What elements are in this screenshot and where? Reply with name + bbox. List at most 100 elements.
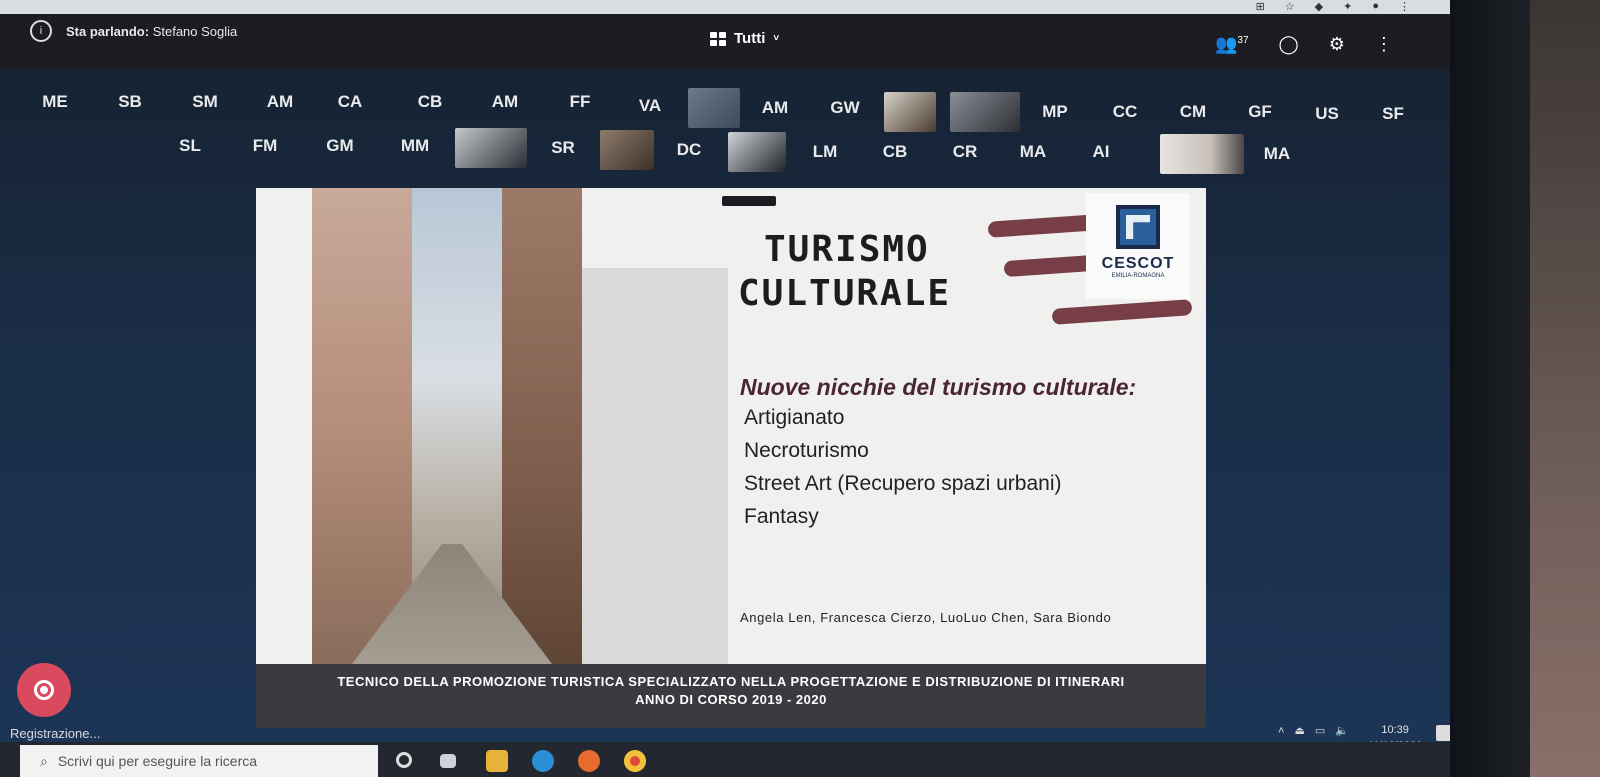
participant-tile[interactable]: US [1302, 96, 1352, 132]
logo-subtext: EMILIA-ROMAGNA [1111, 273, 1165, 279]
more-icon[interactable]: ⋮ [1375, 34, 1393, 55]
layout-label: Tutti [734, 30, 766, 47]
participant-tile[interactable]: MP [1030, 94, 1080, 130]
translate-icon[interactable]: ⊞ [1256, 0, 1265, 13]
participant-tile[interactable]: MA [1252, 136, 1302, 172]
bullet-item: Fantasy [744, 505, 819, 528]
participant-video[interactable] [1160, 134, 1244, 174]
participant-video[interactable] [600, 130, 654, 170]
monitor-bezel [1450, 0, 1600, 777]
volume-icon[interactable]: 🔈 [1335, 724, 1349, 737]
participant-tile[interactable]: AM [480, 84, 530, 120]
people-icon: 👥 [1215, 34, 1238, 54]
firefox-icon[interactable] [578, 750, 600, 772]
cescot-logo: CESCOT EMILIA-ROMAGNA [1086, 193, 1190, 299]
info-icon[interactable]: i [30, 20, 52, 42]
chevron-down-icon: ˅ [773, 33, 780, 44]
participant-tile[interactable]: VA [625, 88, 675, 124]
usb-icon[interactable]: ⏏ [1294, 724, 1304, 737]
participant-tile[interactable]: SL [165, 128, 215, 164]
participant-tile[interactable]: FM [240, 128, 290, 164]
participant-tile[interactable]: AI [1076, 134, 1126, 170]
participant-tile[interactable]: GW [820, 90, 870, 126]
logo-text: CESCOT [1101, 255, 1175, 272]
decorative-swoosh [1003, 254, 1095, 278]
participant-tile[interactable]: SF [1368, 96, 1418, 132]
profile-icon[interactable]: ● [1372, 0, 1379, 13]
edge-icon[interactable] [532, 750, 554, 772]
chrome-icon[interactable] [624, 750, 646, 772]
record-button[interactable] [17, 663, 71, 717]
participant-tile[interactable]: CB [870, 134, 920, 170]
cortana-icon[interactable] [396, 752, 412, 768]
presentation-slide: TURISMO CULTURALE CESCOT EMILIA-ROMAGNA … [256, 188, 1206, 728]
title-line-1: TURISMO [764, 229, 930, 270]
star-icon[interactable]: ☆ [1285, 0, 1295, 13]
participant-video[interactable] [884, 92, 936, 132]
participant-tile[interactable]: GM [315, 128, 365, 164]
title-line-2: CULTURALE [738, 273, 952, 314]
browser-toolbar: ⊞ ☆ ◆ ✦ ● ⋮ [0, 0, 1450, 14]
participant-video[interactable] [728, 132, 786, 172]
participant-tile[interactable]: DC [664, 132, 714, 168]
clock-time: 10:39 [1381, 724, 1409, 736]
participant-tile[interactable]: CC [1100, 94, 1150, 130]
participant-tile[interactable]: FF [555, 84, 605, 120]
participant-video-active[interactable] [950, 92, 1020, 132]
footer-year: ANNO DI CORSO 2019 - 2020 [635, 692, 827, 707]
chat-icon[interactable]: ◯ [1279, 34, 1299, 55]
file-explorer-icon[interactable] [486, 750, 508, 772]
footer-course-title: TECNICO DELLA PROMOZIONE TURISTICA SPECI… [337, 674, 1125, 689]
participant-tile[interactable]: CB [405, 84, 455, 120]
speaker-prefix: Sta parlando: [66, 23, 150, 39]
taskbar-search[interactable]: ⌕ Scrivi qui per eseguire la ricerca [20, 745, 378, 777]
screen: ⊞ ☆ ◆ ✦ ● ⋮ i Sta parlando: Stefano Sogl… [0, 0, 1600, 777]
bullet-item: Street Art (Recupero spazi urbani) [744, 472, 1062, 495]
slide-title: TURISMO CULTURALE [738, 228, 951, 316]
active-speaker: i Sta parlando: Stefano Soglia [30, 20, 237, 42]
decorative-swoosh [987, 214, 1099, 238]
gear-icon[interactable]: ⚙ [1329, 34, 1345, 55]
participant-video[interactable] [455, 128, 527, 168]
task-view-icon[interactable] [440, 754, 456, 768]
participant-tile[interactable]: SR [538, 130, 588, 166]
participant-tile[interactable]: CR [940, 134, 990, 170]
participant-tile[interactable]: ME [30, 84, 80, 120]
participant-tile[interactable]: CM [1168, 94, 1218, 130]
participant-tile[interactable]: SM [180, 84, 230, 120]
participant-tile[interactable]: AM [255, 84, 305, 120]
search-placeholder: Scrivi qui per eseguire la ricerca [57, 753, 258, 769]
decorative-swoosh [1051, 299, 1193, 325]
participant-video[interactable] [688, 88, 740, 128]
extension-icon[interactable]: ◆ [1315, 0, 1323, 13]
bullet-item: Necroturismo [744, 439, 869, 462]
pin-icon[interactable]: ✦ [1343, 0, 1352, 13]
menu-icon[interactable]: ⋮ [1399, 0, 1410, 13]
battery-icon[interactable]: ▭ [1315, 724, 1325, 737]
system-tray: ˄ ⏏ ▭ 🔈 [1278, 724, 1349, 738]
participants-count: 37 [1237, 35, 1249, 46]
slide-photo [312, 188, 582, 664]
participant-tile[interactable]: CA [325, 84, 375, 120]
layout-selector[interactable]: Tutti ˅ [710, 30, 779, 47]
bullet-item: Artigianato [744, 406, 845, 429]
participant-tile[interactable]: MA [1008, 134, 1058, 170]
participant-tile[interactable]: AM [750, 90, 800, 126]
recording-label: Registrazione... [10, 726, 101, 741]
participant-tile[interactable]: GF [1235, 94, 1285, 130]
participant-tile[interactable]: SB [105, 84, 155, 120]
slide-subtitle: Nuove nicchie del turismo culturale: [740, 374, 1137, 400]
participant-tile[interactable]: MM [390, 128, 440, 164]
meet-header: i Sta parlando: Stefano Soglia Tutti ˅ 👥… [0, 14, 1450, 70]
participants-button[interactable]: 👥37 [1215, 34, 1249, 55]
taskbar: ⌕ Scrivi qui per eseguire la ricerca [0, 742, 1450, 777]
grid-icon [710, 31, 726, 46]
search-icon: ⌕ [40, 752, 48, 769]
record-icon [34, 680, 54, 700]
camera-notch [722, 196, 776, 206]
header-actions: 👥37 ◯ ⚙ ⋮ [1215, 34, 1393, 55]
speaker-name: Stefano Soglia [152, 23, 238, 39]
participant-tile[interactable]: LM [800, 134, 850, 170]
chevron-up-icon[interactable]: ˄ [1278, 725, 1284, 737]
slide-authors: Angela Len, Francesca Cierzo, LuoLuo Che… [740, 610, 1112, 625]
